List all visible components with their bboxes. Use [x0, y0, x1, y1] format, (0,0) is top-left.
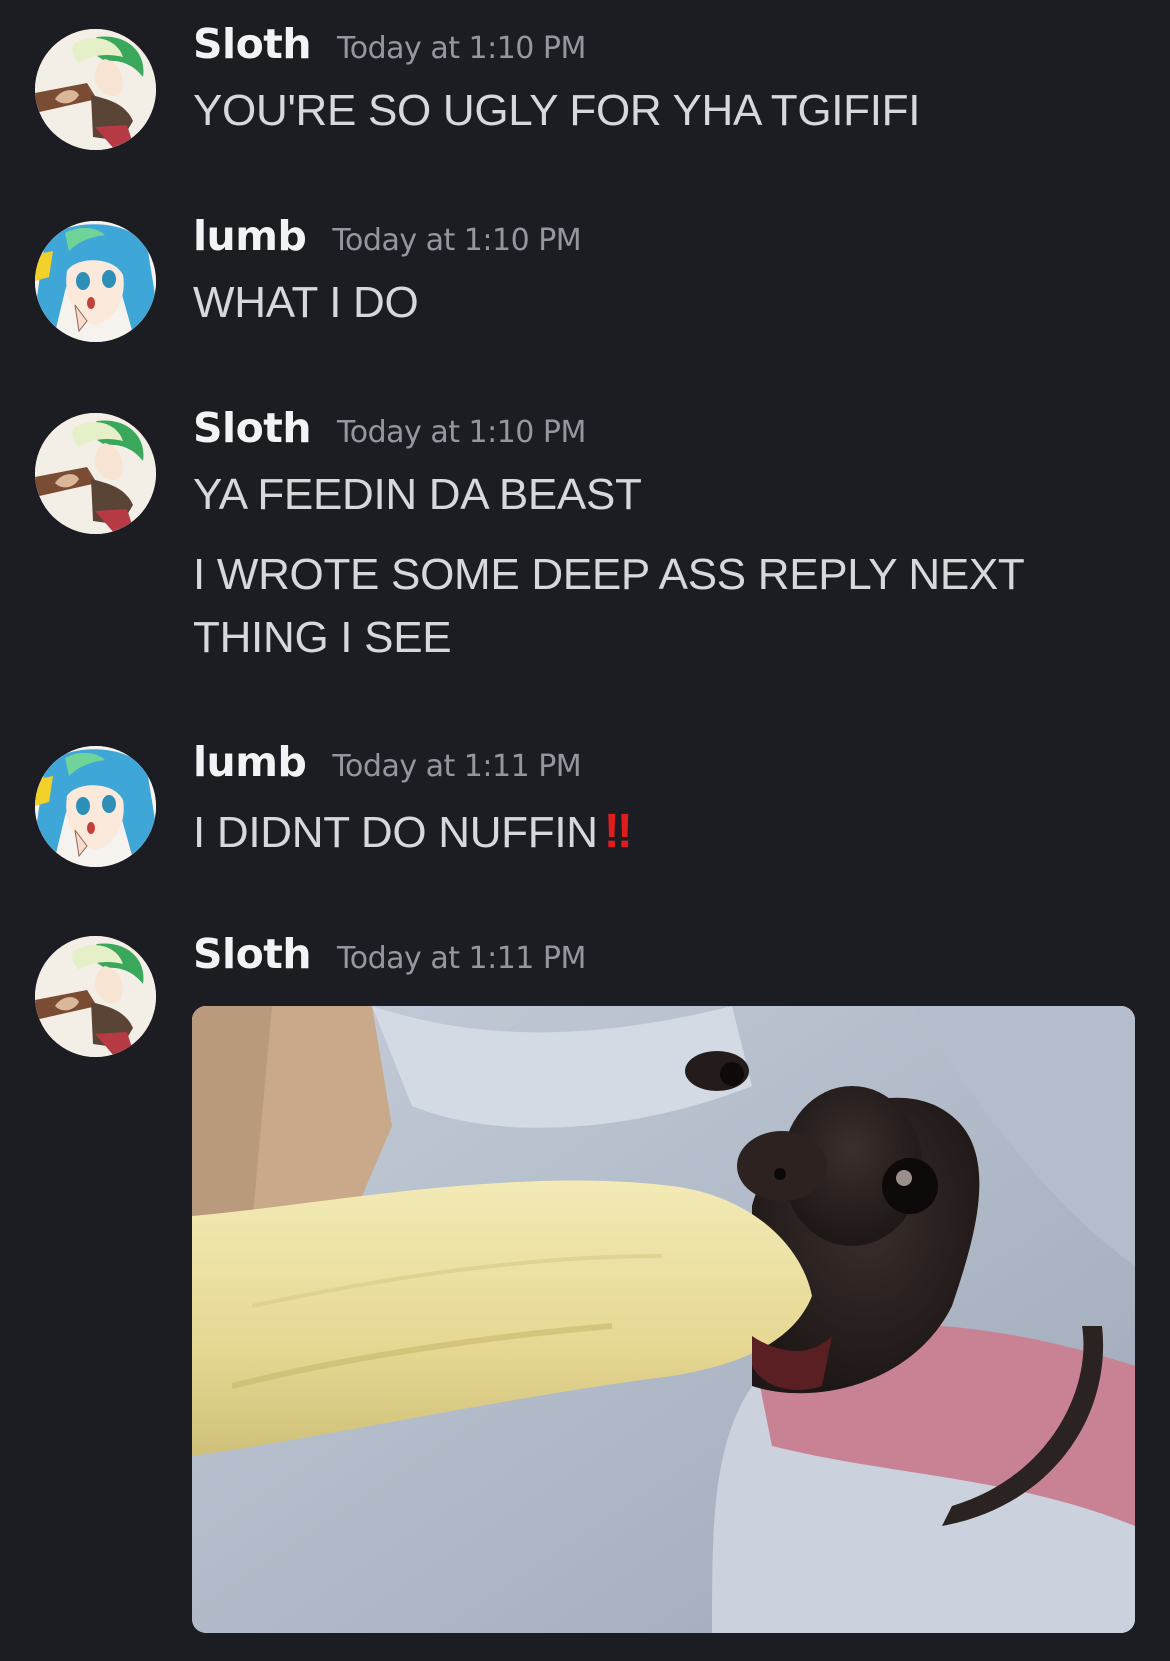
message-text: YA FEEDIN DA BEAST [193, 470, 642, 519]
message-text: THING I SEE [193, 613, 452, 662]
message-text-row: I DIDNT DO NUFFIN ‼ [193, 804, 633, 859]
user-avatar-sloth[interactable] [35, 29, 156, 150]
username[interactable]: lumb [193, 738, 307, 786]
avatar-image [35, 746, 156, 867]
timestamp: Today at 1:10 PM [332, 223, 582, 258]
avatar-image [35, 936, 156, 1057]
username[interactable]: Sloth [193, 404, 312, 452]
user-avatar-lumb[interactable] [35, 746, 156, 867]
timestamp: Today at 1:11 PM [332, 749, 582, 784]
user-avatar-lumb[interactable] [35, 221, 156, 342]
message-text: YOU'RE SO UGLY FOR YHA TGIFIFI [193, 86, 921, 135]
username[interactable]: Sloth [193, 20, 312, 68]
avatar-image [35, 221, 156, 342]
timestamp: Today at 1:10 PM [337, 415, 586, 450]
timestamp: Today at 1:11 PM [337, 941, 586, 976]
message-text: I WROTE SOME DEEP ASS REPLY NEXT [193, 550, 1025, 599]
username[interactable]: Sloth [193, 930, 312, 978]
image-attachment[interactable] [192, 1006, 1135, 1633]
message-text: WHAT I DO [193, 278, 419, 327]
avatar-image [35, 29, 156, 150]
timestamp: Today at 1:10 PM [337, 31, 586, 66]
username[interactable]: lumb [193, 212, 307, 260]
user-avatar-sloth[interactable] [35, 936, 156, 1057]
double-exclamation-emoji: ‼ [603, 805, 633, 858]
avatar-image [35, 413, 156, 534]
message-text: I DIDNT DO NUFFIN [193, 808, 598, 857]
user-avatar-sloth[interactable] [35, 413, 156, 534]
bat-eating-banana-image [192, 1006, 1135, 1633]
